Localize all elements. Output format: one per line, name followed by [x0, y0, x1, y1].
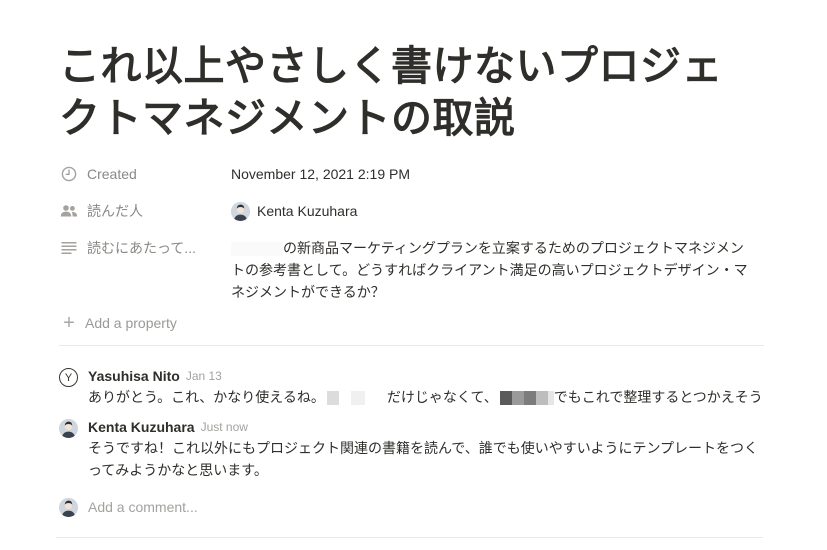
- plus-icon: +: [63, 312, 75, 334]
- property-reader-value[interactable]: Kenta Kuzuhara: [231, 200, 357, 222]
- redacted-text: [326, 391, 339, 406]
- property-reader-key[interactable]: 読んだ人: [59, 199, 231, 223]
- add-property-button[interactable]: + Add a property: [59, 311, 764, 335]
- people-icon: [59, 201, 79, 221]
- comment-text-part: ありがとう。これ、かなり使えるね。: [88, 389, 325, 405]
- comment-timestamp: Jan 13: [185, 369, 222, 383]
- comment-header: Kenta Kuzuhara Just now: [88, 417, 764, 437]
- page: これ以上やさしく書けないプロジェクトマネジメントの取説 Created Nove…: [59, 0, 764, 519]
- comment-author: Yasuhisa Nito: [88, 368, 180, 384]
- comment-text: そうですね！これ以外にもプロジェクト関連の書籍を読んで、誰でも使いやすいようにテ…: [88, 440, 759, 478]
- properties: Created November 12, 2021 2:19 PM 読んだ人 K…: [59, 160, 764, 335]
- avatar: [231, 201, 250, 221]
- avatar: [59, 497, 78, 517]
- property-reason-key[interactable]: 読むにあたって...: [59, 236, 231, 260]
- avatar: Y: [59, 368, 78, 387]
- redacted-text: [535, 391, 548, 406]
- property-reader: 読んだ人 Kenta Kuzuhara: [59, 197, 764, 234]
- property-reason: 読むにあたって... の新商品マーケティングプランを立案するためのプロジェクトマ…: [59, 234, 764, 303]
- avatar: [59, 419, 78, 438]
- property-reason-value[interactable]: の新商品マーケティングプランを立案するためのプロジェクトマネジメントの参考書とし…: [231, 237, 756, 303]
- comment-body: Yasuhisa Nito Jan 13 ありがとう。これ、かなり使えるね。 だけ…: [88, 366, 764, 408]
- text-lines-icon: [59, 238, 79, 258]
- property-created-key[interactable]: Created: [59, 162, 231, 186]
- comment-author: Kenta Kuzuhara: [88, 419, 195, 435]
- divider: [56, 537, 763, 538]
- property-created-label: Created: [87, 166, 137, 182]
- page-title[interactable]: これ以上やさしく書けないプロジェクトマネジメントの取説: [59, 40, 759, 144]
- divider: [59, 345, 764, 346]
- clock-icon: [59, 164, 79, 184]
- comment[interactable]: Y Yasuhisa Nito Jan 13 ありがとう。これ、かなり使えるね。…: [59, 366, 764, 408]
- property-reason-label: 読むにあたって...: [87, 240, 196, 256]
- comment-header: Yasuhisa Nito Jan 13: [88, 366, 764, 386]
- comment-body: Kenta Kuzuhara Just now そうですね！これ以外にもプロジェ…: [88, 417, 764, 481]
- comment-text-part: だけじゃなくて、: [386, 389, 498, 405]
- property-reader-label: 読んだ人: [87, 203, 143, 219]
- avatar-letter: Y: [64, 371, 73, 384]
- add-property-label: Add a property: [85, 315, 177, 331]
- comment-text: ありがとう。これ、かなり使えるね。 だけじゃなくて、 でもこれで整理するとつかえそう: [88, 386, 764, 408]
- add-comment: [59, 495, 764, 519]
- reader-name: Kenta Kuzuhara: [257, 203, 358, 219]
- redacted-text: [350, 391, 365, 406]
- redacted-text: [523, 391, 536, 406]
- comment-text-part: でもこれで整理するとつかえそう: [553, 389, 763, 405]
- redacted-text: [511, 391, 524, 406]
- redacted-text: [499, 391, 512, 406]
- redacted-text: [231, 242, 283, 257]
- comment[interactable]: Kenta Kuzuhara Just now そうですね！これ以外にもプロジェ…: [59, 417, 764, 481]
- property-created: Created November 12, 2021 2:19 PM: [59, 160, 764, 197]
- comment-input[interactable]: [88, 499, 588, 515]
- comments-section: Y Yasuhisa Nito Jan 13 ありがとう。これ、かなり使えるね。…: [59, 366, 764, 519]
- property-created-value: November 12, 2021 2:19 PM: [231, 166, 410, 182]
- property-reason-text: の新商品マーケティングプランを立案するためのプロジェクトマネジメントの参考書とし…: [231, 240, 748, 300]
- comment-timestamp: Just now: [200, 420, 248, 434]
